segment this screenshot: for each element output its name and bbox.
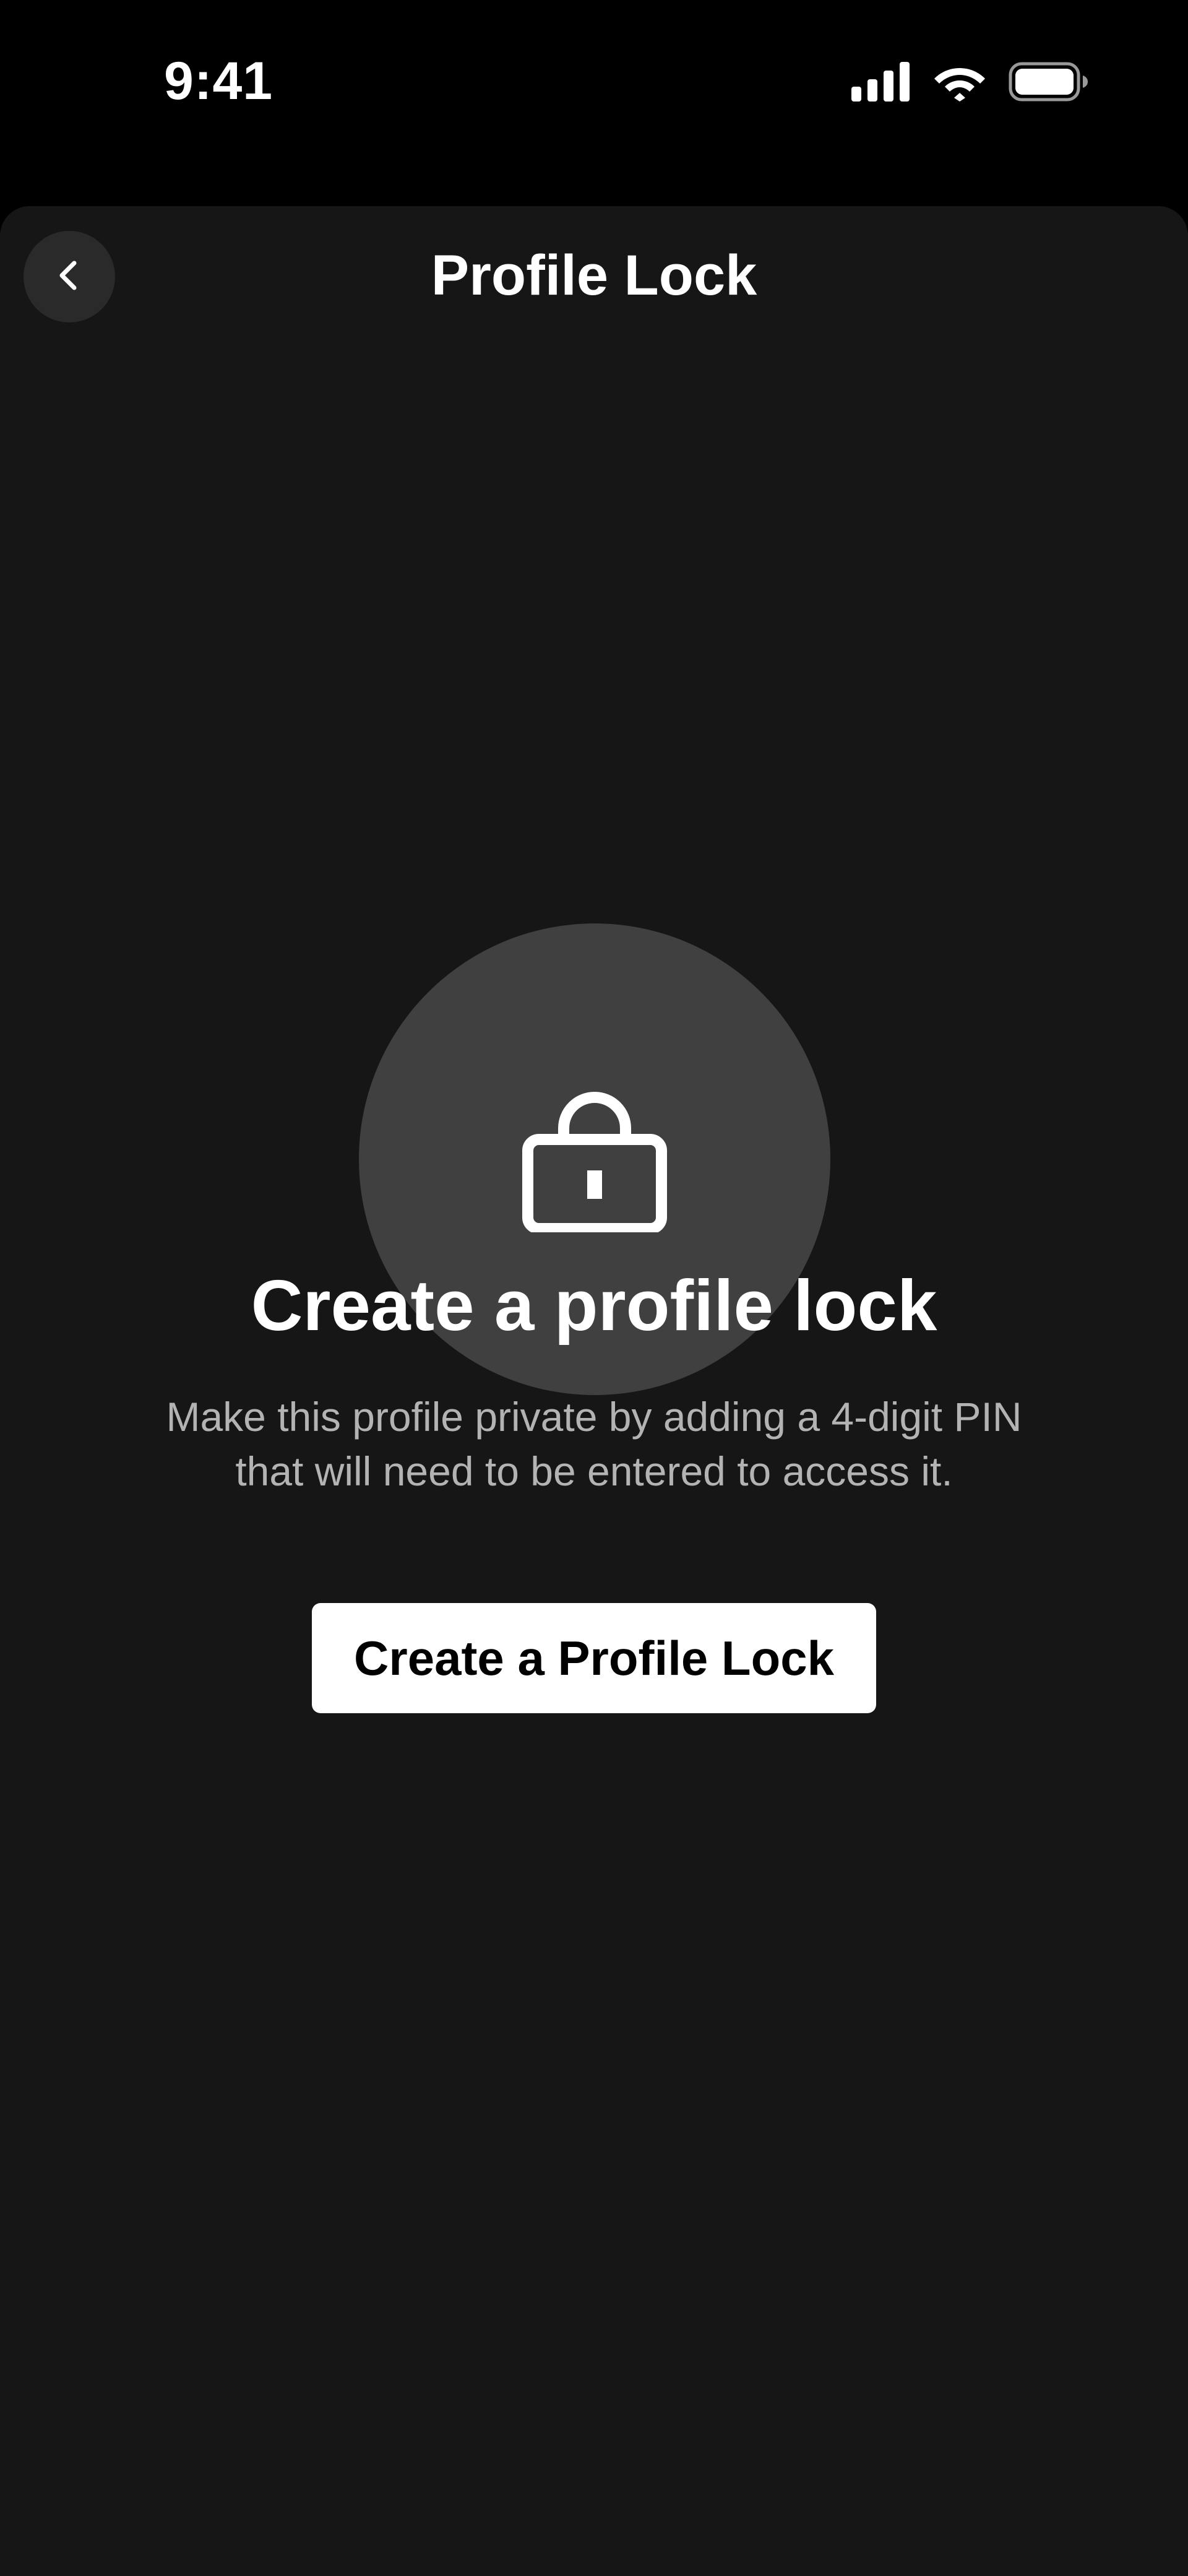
headline: Create a profile lock [251, 1265, 937, 1346]
page-title: Profile Lock [431, 244, 757, 307]
screen: 9:41 Profile Lock Create a profile lock … [0, 0, 1188, 2576]
padlock-icon [520, 1084, 669, 1235]
wifi-icon [933, 62, 986, 102]
status-bar: 9:41 [0, 0, 1188, 186]
status-icons [851, 62, 1089, 102]
cellular-signal-icon [851, 62, 911, 102]
create-profile-lock-button[interactable]: Create a Profile Lock [312, 1603, 876, 1713]
description-line: that will need to be entered to access i… [235, 1448, 953, 1494]
description-line: Make this profile private by adding a 4-… [166, 1394, 1022, 1440]
description: Make this profile private by adding a 4-… [99, 1390, 1089, 1498]
status-time: 9:41 [164, 51, 273, 111]
battery-icon [1009, 62, 1089, 102]
